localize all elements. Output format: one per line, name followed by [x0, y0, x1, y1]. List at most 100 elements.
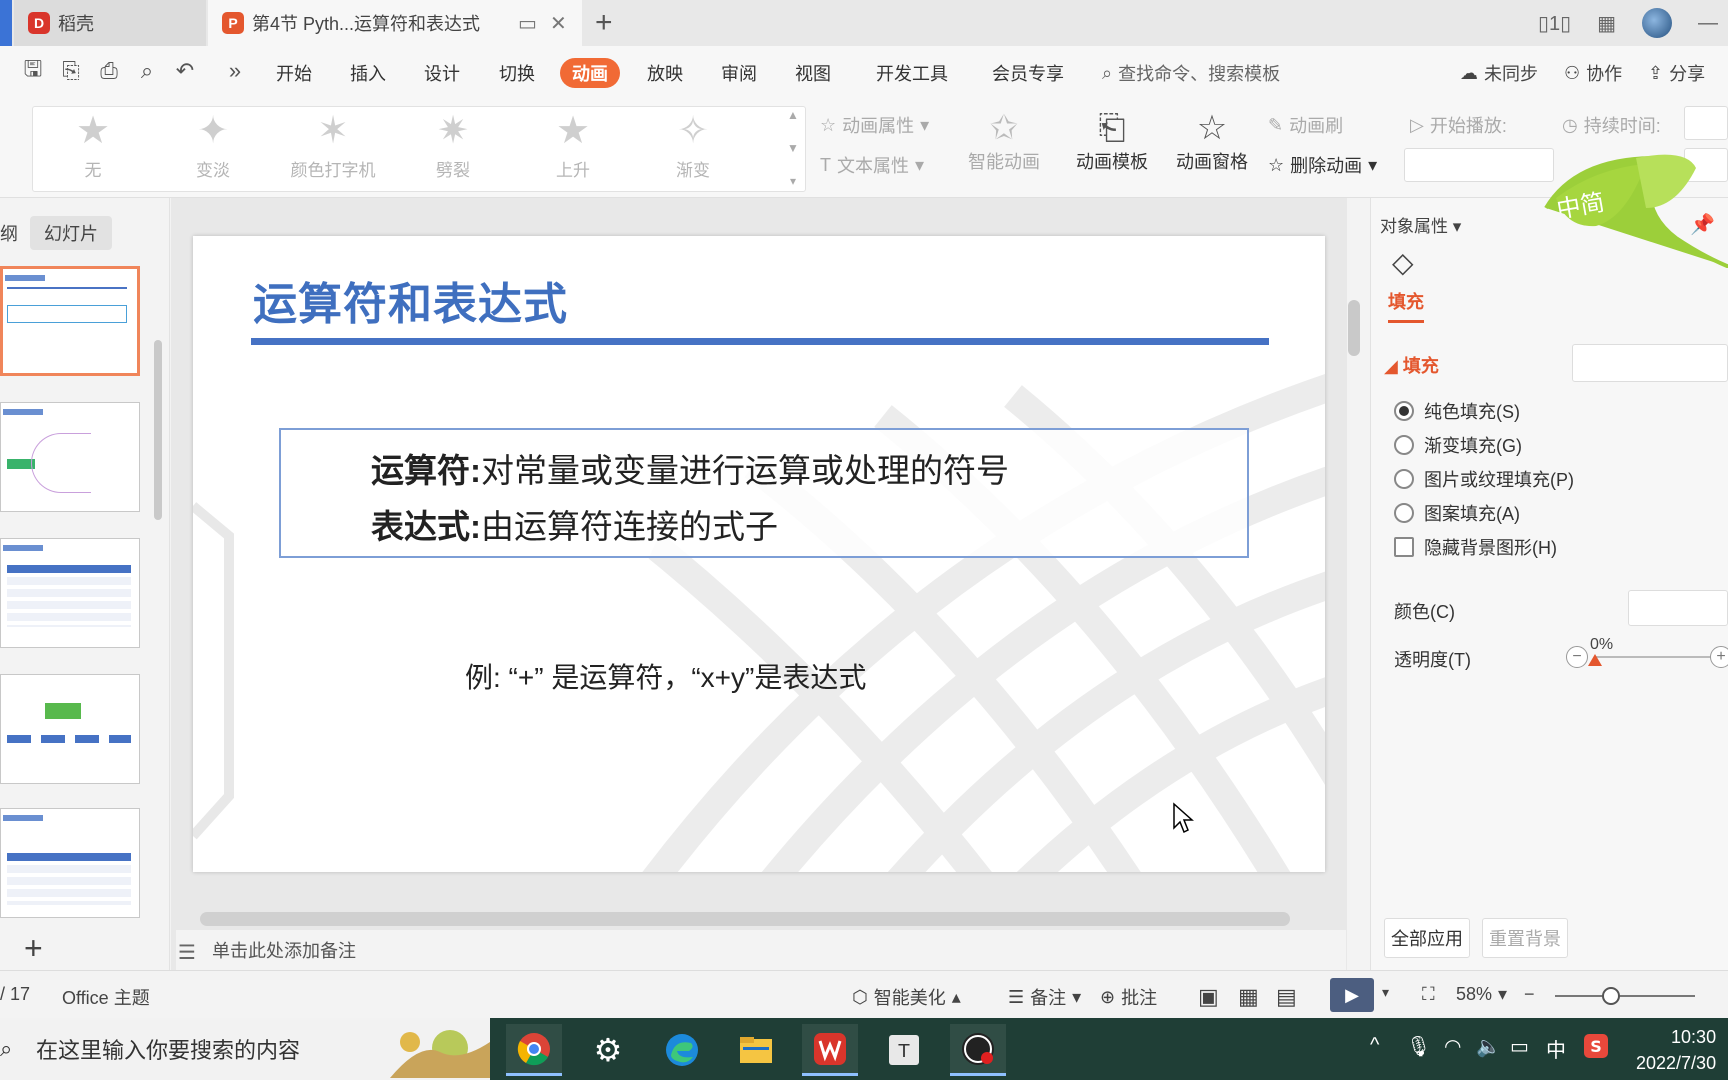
checkbox[interactable] [1394, 537, 1414, 557]
reset-background-button[interactable]: 重置背景 [1482, 918, 1568, 958]
menu-insert[interactable]: 插入 [350, 58, 386, 88]
menu-animation[interactable]: 动画 [560, 58, 620, 88]
sorter-view-icon[interactable]: ▦ [1238, 984, 1259, 1010]
radio-pattern-fill[interactable]: 图案填充(A) [1394, 500, 1520, 526]
anim-fade[interactable]: ✦ 变淡 [158, 108, 268, 188]
definition-operator[interactable]: 运算符:对常量或变量进行运算或处理的符号 [371, 444, 1009, 492]
radio-button[interactable] [1394, 401, 1414, 421]
beautify-button[interactable]: ⬡ 智能美化 ▴ [852, 984, 961, 1010]
anim-props-button[interactable]: ☆ 动画属性 ▾ [820, 112, 929, 138]
apply-all-button[interactable]: 全部应用 [1384, 918, 1470, 958]
tab-docer[interactable]: D 稻壳 [14, 0, 206, 46]
new-tab-button[interactable]: + [595, 6, 613, 40]
anim-brush-button[interactable]: ✎ 动画刷 [1268, 112, 1343, 138]
reading-view-icon[interactable]: ▤ [1276, 984, 1297, 1010]
print-icon[interactable]: ⎙ [96, 58, 122, 84]
object-properties-header[interactable]: 对象属性 ▾ [1380, 212, 1461, 237]
microphone-icon[interactable]: 🎙 [1406, 1034, 1431, 1059]
slide-thumbnail[interactable] [0, 266, 140, 376]
slide-thumbnail[interactable] [0, 402, 140, 512]
menu-review[interactable]: 审阅 [721, 58, 757, 88]
grid-icon[interactable]: ▦ [1597, 11, 1616, 36]
scroll-down-icon[interactable]: ▼ [787, 141, 799, 155]
radio-button[interactable] [1394, 503, 1414, 523]
page-indicator[interactable]: / 17 [0, 984, 30, 1005]
radio-button[interactable] [1394, 469, 1414, 489]
radio-picture-fill[interactable]: 图片或纹理填充(P) [1394, 466, 1574, 492]
radio-solid-fill[interactable]: 纯色填充(S) [1394, 398, 1520, 424]
anim-gradient[interactable]: ✧ 渐变 [638, 108, 748, 188]
hide-background-checkbox[interactable]: 隐藏背景图形(H) [1394, 534, 1557, 560]
comments-button[interactable]: ⊕ 批注 [1100, 984, 1157, 1010]
export-icon[interactable]: ⎘ [58, 58, 84, 84]
menu-transition[interactable]: 切换 [499, 58, 535, 88]
zoom-level[interactable]: 58% ▾ [1456, 984, 1507, 1005]
battery-icon[interactable]: ▭ [1510, 1034, 1529, 1059]
color-picker[interactable] [1628, 590, 1728, 626]
menu-slideshow[interactable]: 放映 [647, 58, 683, 88]
notes-area[interactable]: 单击此处添加备注 [176, 930, 1346, 970]
notes-toggle[interactable]: ☰ 备注 ▾ [1008, 984, 1081, 1010]
fill-section-header[interactable]: ◢ 填充 [1384, 352, 1439, 378]
transparency-slider[interactable] [1596, 656, 1720, 658]
zoom-out-button[interactable]: − [1524, 984, 1535, 1005]
add-slide-button[interactable]: + [24, 930, 43, 967]
close-tab-icon[interactable]: ✕ [550, 11, 567, 36]
chevron-up-icon[interactable]: ^ [1370, 1034, 1379, 1057]
slide-panel-scrollbar[interactable] [154, 340, 162, 520]
anim-rise[interactable]: ★ 上升 [518, 108, 628, 188]
slide-thumbnail[interactable] [0, 674, 140, 784]
slide-title[interactable]: 运算符和表达式 [253, 268, 568, 332]
paint-bucket-icon[interactable]: ◇ [1392, 246, 1414, 279]
decrease-transparency-button[interactable]: − [1566, 646, 1588, 668]
increase-transparency-button[interactable]: + [1710, 646, 1728, 668]
start-play-select[interactable] [1404, 148, 1554, 182]
menu-view[interactable]: 视图 [795, 58, 831, 88]
tab-outline[interactable]: 纲 [0, 220, 18, 246]
example-text[interactable]: 例: “+” 是运算符，“x+y”是表达式 [465, 656, 866, 696]
ime-indicator[interactable]: 中 [1546, 1034, 1566, 1063]
normal-view-icon[interactable]: ▣ [1198, 984, 1219, 1010]
save-icon[interactable]: 🖫 [20, 56, 46, 84]
zoom-slider-thumb[interactable] [1602, 987, 1620, 1005]
fit-window-icon[interactable]: ⛶ [1422, 984, 1435, 1005]
edge-icon[interactable] [654, 1024, 710, 1076]
menu-start[interactable]: 开始 [276, 58, 312, 88]
anim-template-button[interactable]: ⎗ 动画模板 [1064, 108, 1160, 174]
file-explorer-icon[interactable] [728, 1024, 784, 1076]
tab-slides[interactable]: 幻灯片 [30, 216, 112, 250]
menu-member[interactable]: 会员专享 [992, 58, 1064, 88]
play-slideshow-button[interactable]: ▶ [1330, 978, 1374, 1012]
layout-icon[interactable]: ▯1▯ [1538, 11, 1571, 36]
sogou-ime-icon[interactable]: S [1584, 1034, 1608, 1064]
canvas-vertical-scrollbar[interactable] [1348, 300, 1360, 356]
radio-button[interactable] [1394, 435, 1414, 455]
sync-button[interactable]: ☁ 未同步 [1460, 60, 1538, 86]
chrome-icon[interactable] [506, 1024, 562, 1076]
typora-icon[interactable]: T [876, 1024, 932, 1076]
fill-type-select[interactable] [1572, 344, 1728, 382]
menu-developer[interactable]: 开发工具 [876, 58, 948, 88]
duration-input[interactable] [1684, 106, 1728, 140]
menu-design[interactable]: 设计 [424, 58, 460, 88]
canvas-horizontal-scrollbar[interactable] [200, 912, 1290, 926]
tab-presentation[interactable]: P 第4节 Pyth...运算符和表达式 ▭ ✕ [208, 0, 582, 46]
text-props-button[interactable]: T 文本属性 ▾ [820, 152, 924, 178]
slide[interactable]: 运算符和表达式 运算符:对常量或变量进行运算或处理的符号 表达式:由运算符连接的… [193, 236, 1325, 872]
definition-expression[interactable]: 表达式:由运算符连接的式子 [371, 500, 778, 548]
anim-typewriter[interactable]: ✶ 颜色打字机 [278, 108, 388, 188]
more-icon[interactable]: » [222, 58, 248, 84]
tab-fill[interactable]: 填充 [1388, 288, 1424, 323]
delete-anim-button[interactable]: ☆ 删除动画 ▾ [1268, 152, 1377, 178]
scroll-up-icon[interactable]: ▲ [787, 108, 799, 122]
taskbar-clock[interactable]: 10:30 2022/7/30 [1636, 1024, 1716, 1076]
network-icon[interactable]: ◠ [1444, 1034, 1461, 1059]
preview-icon[interactable]: ⌕ [134, 58, 160, 84]
avatar[interactable] [1642, 8, 1672, 38]
settings-icon[interactable]: ⚙ [580, 1024, 636, 1076]
anim-none[interactable]: ★ 无 [38, 108, 148, 188]
expand-gallery-icon[interactable]: ▾ [790, 174, 796, 188]
smart-anim-button[interactable]: ✩ 智能动画 [956, 108, 1052, 174]
command-search[interactable]: ⌕ 查找命令、搜索模板 [1102, 60, 1280, 86]
transparency-slider-thumb[interactable] [1588, 654, 1602, 666]
